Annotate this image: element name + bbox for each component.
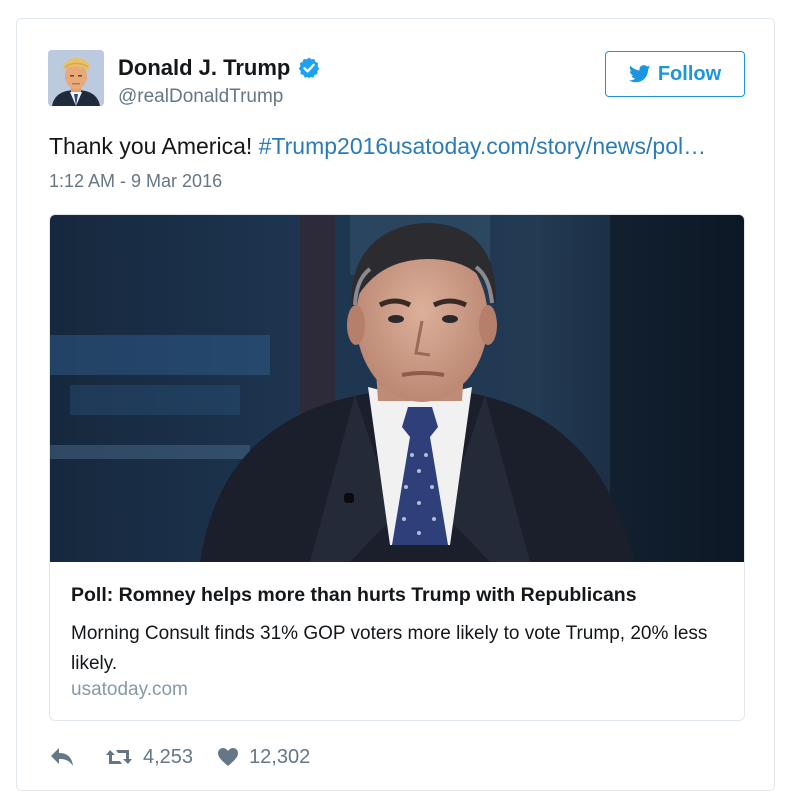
like-count: 12,302: [249, 745, 311, 768]
screen-name[interactable]: @realDonaldTrump: [118, 86, 283, 108]
tweet-link[interactable]: #Trump2016usatoday.com/story/news/pol…: [259, 133, 706, 159]
follow-button-label: Follow: [657, 62, 722, 85]
heart-icon: [218, 748, 239, 766]
follow-button[interactable]: Follow: [605, 51, 745, 97]
timestamp[interactable]: 1:12 AM - 9 Mar 2016: [49, 171, 222, 192]
display-name-text: Donald J. Trump: [118, 55, 291, 80]
tweet-actions: 4,253 12,302: [49, 745, 310, 769]
card-title: Poll: Romney helps more than hurts Trump…: [71, 584, 637, 606]
display-name[interactable]: Donald J. Trump: [118, 55, 321, 81]
tweet-text: Thank you America! #Trump2016usatoday.co…: [49, 133, 706, 160]
like-button[interactable]: 12,302: [217, 746, 310, 769]
card-description: Morning Consult finds 31% GOP voters mor…: [71, 623, 708, 674]
reply-icon: [51, 748, 73, 766]
verified-badge-icon: [297, 56, 321, 80]
tweet-card: Donald J. Trump @realDonaldTrump Follow …: [16, 18, 775, 791]
avatar[interactable]: [48, 50, 104, 106]
tweet-text-body: Thank you America!: [49, 133, 259, 159]
link-card[interactable]: Poll: Romney helps more than hurts Trump…: [49, 214, 745, 721]
retweet-count: 4,253: [143, 745, 194, 768]
twitter-bird-icon: [628, 65, 651, 83]
retweet-button[interactable]: 4,253: [105, 746, 193, 769]
card-image: [50, 215, 744, 562]
retweet-icon: [106, 750, 132, 764]
avatar-photo: [48, 50, 104, 106]
reply-button[interactable]: [49, 746, 75, 768]
card-domain: usatoday.com: [71, 679, 188, 700]
